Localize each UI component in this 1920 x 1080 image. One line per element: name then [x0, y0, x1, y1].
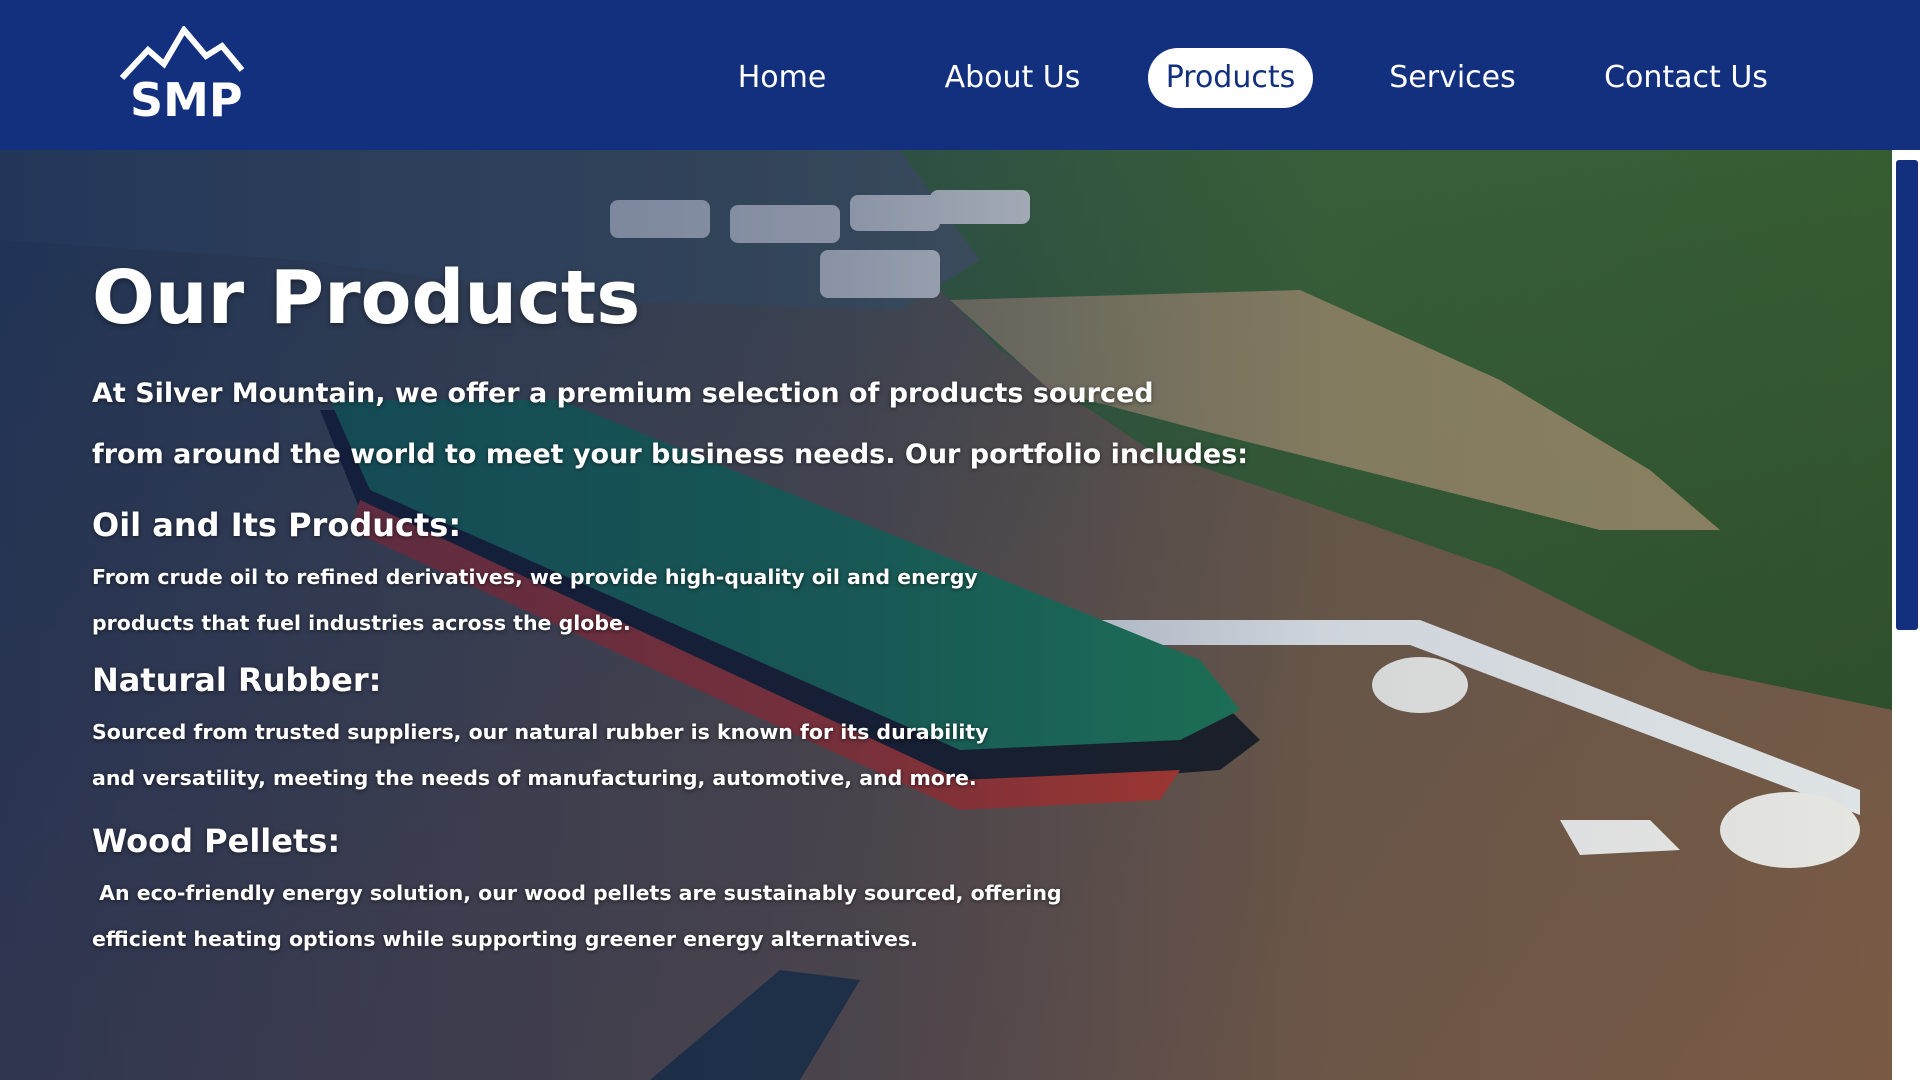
page-title: Our Products	[92, 255, 641, 341]
nav-contact-us[interactable]: Contact Us	[1596, 48, 1776, 108]
section-wood-line-1: An eco-friendly energy solution, our woo…	[92, 881, 1062, 905]
section-heading-wood: Wood Pellets:	[92, 822, 341, 860]
section-heading-rubber: Natural Rubber:	[92, 661, 382, 699]
section-rubber-line-1: Sourced from trusted suppliers, our natu…	[92, 720, 989, 744]
site-header: SMP Home About Us Products Services Cont…	[0, 0, 1920, 150]
intro-line-2: from around the world to meet your busin…	[92, 439, 1249, 470]
mountain-logo-icon: SMP	[119, 24, 245, 127]
smp-logo[interactable]: SMP	[118, 24, 248, 127]
section-wood-line-2: efficient heating options while supporti…	[92, 927, 918, 951]
section-heading-oil: Oil and Its Products:	[92, 506, 462, 544]
nav-products[interactable]: Products	[1148, 48, 1313, 108]
section-oil-line-2: products that fuel industries across the…	[92, 611, 631, 635]
nav-services[interactable]: Services	[1380, 48, 1525, 108]
scrollbar-thumb[interactable]	[1896, 160, 1918, 630]
section-oil-line-1: From crude oil to refined derivatives, w…	[92, 565, 978, 589]
nav-home[interactable]: Home	[722, 48, 842, 108]
intro-line-1: At Silver Mountain, we offer a premium s…	[92, 378, 1154, 409]
nav-about-us[interactable]: About Us	[940, 48, 1085, 108]
logo-text: SMP	[130, 73, 243, 120]
section-rubber-line-2: and versatility, meeting the needs of ma…	[92, 766, 977, 790]
